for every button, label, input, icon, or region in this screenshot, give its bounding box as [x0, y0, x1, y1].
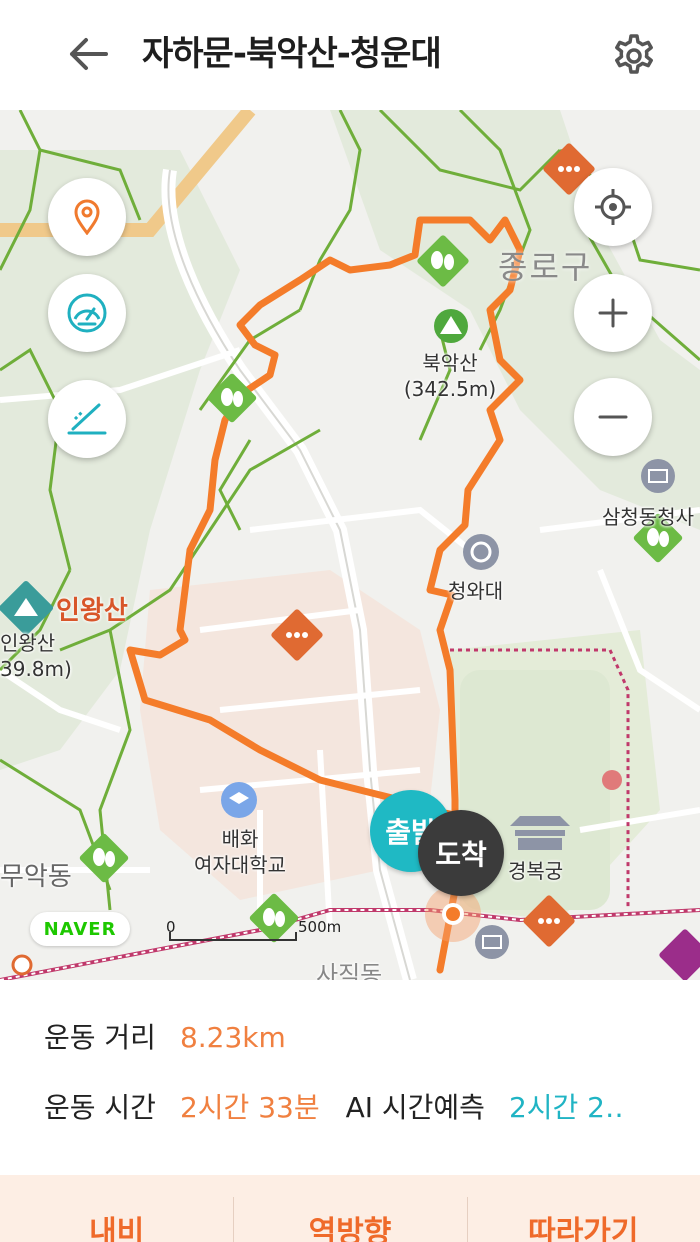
ai-time-label: AI 시간예측 [345, 1091, 485, 1124]
scale-start: 0 [166, 918, 176, 936]
settings-button[interactable] [608, 30, 660, 82]
elevation-button[interactable] [48, 380, 126, 458]
navigation-button[interactable]: 내비 [0, 1175, 233, 1242]
page-title: 자하문-북악산-청운대 [142, 34, 442, 74]
distance-row: 운동 거리 8.23km [44, 1016, 286, 1056]
samcheong-label: 삼청동청사 [602, 505, 694, 529]
inwangsan-title: 인왕산 [56, 596, 128, 626]
zoom-out-icon [598, 415, 628, 419]
bukaksan-height: (342.5m) [403, 377, 497, 401]
inwangsan-height: 39.8m) [0, 657, 72, 681]
speedometer-icon [67, 293, 107, 333]
current-location-button[interactable] [574, 168, 652, 246]
naver-logo: NAVER [30, 912, 130, 946]
arrow-left-icon [70, 38, 108, 70]
bukaksan-label: 북악산 (342.5m) [400, 350, 500, 402]
current-location-icon [595, 189, 631, 225]
bottom-action-bar: 내비 역방향 따라가기 [0, 1175, 700, 1242]
app-header: 자하문-북악산-청운대 [0, 0, 700, 110]
muak-label: 무악동 [0, 862, 72, 892]
gyeongbokgung-label: 경복궁 [508, 859, 564, 883]
map-pin-button[interactable] [48, 178, 126, 256]
scale-end: 500m [298, 918, 342, 936]
time-row: 운동 시간 2시간 33분 AI 시간예측 2시간 2‥ [44, 1086, 624, 1126]
time-value: 2시간 33분 [179, 1091, 320, 1124]
zoom-in-icon [598, 298, 628, 328]
sajik-label: 사직동 [316, 961, 383, 980]
follow-route-button[interactable]: 따라가기 [466, 1175, 700, 1242]
distance-value: 8.23km [179, 1021, 286, 1054]
distance-label: 운동 거리 [44, 1021, 156, 1054]
zoom-out-button[interactable] [574, 378, 652, 456]
baehwa-line2: 여자대학교 [194, 853, 286, 877]
baehwa-label: 배화 여자대학교 [184, 826, 296, 878]
baehwa-line1: 배화 [221, 827, 259, 851]
bukaksan-name: 북악산 [422, 351, 478, 375]
route-info-panel: 운동 거리 8.23km 운동 시간 2시간 33분 AI 시간예측 2시간 2… [0, 980, 700, 1175]
cheongwadae-label: 청와대 [448, 579, 504, 603]
inwangsan-label: 인왕산 39.8m) [0, 630, 72, 682]
reverse-direction-button[interactable]: 역방향 [233, 1175, 466, 1242]
map-view[interactable]: 종로구 북악산 (342.5m) 청와대 삼청동청사 인왕산 인왕산 39.8m… [0, 110, 700, 980]
time-label: 운동 시간 [44, 1091, 156, 1124]
map-pin-icon [74, 199, 100, 235]
inwangsan-name: 인왕산 [0, 631, 56, 655]
district-label: 종로구 [498, 248, 593, 286]
gear-icon [615, 34, 653, 74]
zoom-in-button[interactable] [574, 274, 652, 352]
back-button[interactable] [62, 30, 114, 78]
end-pin[interactable]: 도착 [418, 810, 504, 896]
ai-time-value: 2시간 2‥ [508, 1091, 624, 1124]
speed-button[interactable] [48, 274, 126, 352]
elevation-icon [67, 403, 107, 435]
